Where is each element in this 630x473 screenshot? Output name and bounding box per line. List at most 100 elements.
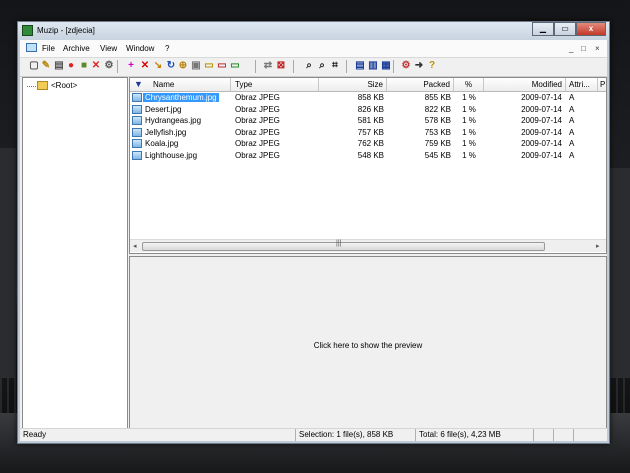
file-packed-cell: 753 KB (387, 127, 451, 139)
file-row[interactable]: Jellyfish.jpg Obraz JPEG 757 KB 753 KB 1 % 20… (130, 127, 606, 139)
file-type-cell: Obraz JPEG (235, 115, 319, 127)
title-bar[interactable]: Muzip - [zdjecia] ▁ ▭ x (18, 22, 609, 40)
minimize-button[interactable]: ▁ (532, 22, 554, 36)
file-row[interactable]: Chrysanthemum.jpg Obraz JPEG 858 KB 855 KB 1… (130, 92, 606, 104)
column-header-name-label: Name (153, 80, 175, 89)
menu-file[interactable]: File (42, 44, 55, 53)
scroll-left-icon[interactable]: ◂ (133, 242, 137, 250)
menu-window[interactable]: Window (126, 44, 154, 53)
file-size: 581 KB (357, 116, 384, 125)
file-size-cell: 826 KB (319, 104, 384, 116)
toolbar: ▢ ✎ ▤ ● ■ ✕ ⚙ + ✕ ↘ ↻ ⊕ ▣ ▭ ▭ ▭ ⇄ ⊠ ⌕ ⌕ ⌗ ▤ ▥ ▦ ⚙ ➜? (20, 58, 607, 77)
toolbar-separator (346, 60, 347, 73)
file-row[interactable]: Koala.jpg Obraz JPEG 762 KB 759 KB 1 % 2009-0… (130, 138, 606, 150)
folder-tree[interactable]: <Root> (22, 77, 128, 435)
file-name-cell: Jellyfish.jpg (145, 127, 231, 139)
column-header-row: ▼ Name Type Size Packed % Modified Attri… (130, 78, 606, 92)
scroll-right-icon[interactable]: ▸ (596, 242, 600, 250)
column-header-path[interactable]: P (598, 78, 606, 91)
invert-selection-icon[interactable]: ▭ (229, 60, 241, 72)
file-packed-cell: 822 KB (387, 104, 451, 116)
status-panel-1 (533, 429, 553, 441)
menu-help[interactable]: ? (165, 44, 169, 53)
menu-view[interactable]: View (100, 44, 117, 53)
tile-horizontal-icon[interactable]: ▥ (367, 60, 379, 72)
delete-files-icon[interactable]: ✕ (139, 60, 151, 72)
jpeg-file-icon (132, 127, 142, 137)
find-icon[interactable]: ⌕ (303, 60, 315, 72)
file-modified-cell: 2009-07-14 (484, 115, 562, 127)
exit-icon[interactable]: ➜ (413, 60, 425, 72)
new-folder-icon[interactable]: ⊕ (177, 60, 189, 72)
file-list[interactable]: ▼ Name Type Size Packed % Modified Attri… (129, 77, 607, 254)
status-text: Ready (23, 430, 47, 439)
view-files-icon[interactable]: ▣ (190, 60, 202, 72)
mdi-minimize-button[interactable]: _ (569, 44, 573, 53)
status-panel-3 (573, 429, 607, 441)
file-type-cell: Obraz JPEG (235, 92, 319, 104)
tree-root-node[interactable]: <Root> (51, 81, 77, 90)
file-name-cell: Hydrangeas.jpg (145, 115, 231, 127)
tile-vertical-icon[interactable]: ▦ (380, 60, 392, 72)
column-header-type[interactable]: Type (231, 78, 319, 91)
mdi-close-button[interactable]: × (595, 44, 600, 53)
column-header-attributes[interactable]: Attri... (566, 78, 598, 91)
column-header-size[interactable]: Size (319, 78, 387, 91)
select-icon[interactable]: ▭ (203, 60, 215, 72)
status-bar: Ready Selection: 1 file(s), 858 KB Total… (20, 428, 607, 441)
options-icon[interactable]: ⚙ (400, 60, 412, 72)
save-archive-icon[interactable]: ▤ (53, 60, 65, 72)
file-row[interactable]: Desert.jpg Obraz JPEG 826 KB 822 KB 1 % 2009-… (130, 104, 606, 116)
file-attr-cell: A (569, 92, 597, 104)
filter-icon[interactable]: ⌗ (329, 60, 341, 72)
file-modified: 2009-07-14 (521, 150, 562, 160)
file-modified-cell: 2009-07-14 (484, 150, 562, 162)
column-header-name[interactable]: ▼ Name (130, 78, 231, 91)
file-size-cell: 548 KB (319, 150, 384, 162)
preview-pane[interactable]: Click here to show the preview (129, 256, 607, 435)
file-modified: 2009-07-14 (521, 116, 562, 125)
scrollbar-grip: ||| (336, 240, 342, 247)
preview-prompt[interactable]: Click here to show the preview (130, 341, 606, 350)
horizontal-scrollbar[interactable]: ◂ ||| ▸ (130, 239, 606, 252)
file-size-cell: 858 KB (319, 92, 384, 104)
find-next-icon[interactable]: ⌕ (316, 60, 328, 72)
test-archive-icon[interactable]: ⇄ (262, 60, 274, 72)
file-row[interactable]: Hydrangeas.jpg Obraz JPEG 581 KB 578 KB 1 % 2… (130, 115, 606, 127)
status-total: Total: 6 file(s), 4,23 MB (415, 429, 533, 441)
toolbar-separator (117, 60, 118, 73)
folder-open-icon[interactable]: ■ (78, 60, 90, 72)
cancel-icon[interactable]: ⊠ (275, 60, 287, 72)
file-modified-cell: 2009-07-14 (484, 138, 562, 150)
file-pct-cell: 1 % (454, 150, 484, 162)
client-area: File Archive View Window ? _ □ × ▢ ✎ ▤ ● ■ ✕ ⚙… (20, 40, 607, 441)
file-attr: A (569, 93, 575, 102)
extract-files-icon[interactable]: ↘ (152, 60, 164, 72)
window-title: Muzip - [zdjecia] (37, 26, 95, 35)
cascade-windows-icon[interactable]: ▤ (354, 60, 366, 72)
column-header-modified[interactable]: Modified (484, 78, 566, 91)
delete-archive-icon[interactable]: ✕ (90, 60, 102, 72)
refresh-icon[interactable]: ↻ (165, 60, 177, 72)
open-archive-icon[interactable]: ✎ (40, 60, 52, 72)
file-attr-cell: A (569, 115, 597, 127)
menu-archive[interactable]: Archive (63, 44, 90, 53)
new-archive-icon[interactable]: ▢ (28, 60, 40, 72)
maximize-button[interactable]: ▭ (554, 22, 576, 36)
file-type: Obraz JPEG (235, 116, 280, 125)
file-pct-cell: 1 % (454, 115, 484, 127)
extract-icon[interactable]: ● (65, 60, 77, 72)
deselect-icon[interactable]: ▭ (216, 60, 228, 72)
file-name: Koala.jpg (145, 139, 179, 148)
column-header-packed[interactable]: Packed (387, 78, 454, 91)
file-row[interactable]: Lighthouse.jpg Obraz JPEG 548 KB 545 KB 1 % 2… (130, 150, 606, 162)
properties-icon[interactable]: ⚙ (103, 60, 115, 72)
help-icon[interactable]: ? (426, 60, 438, 72)
close-button[interactable]: x (576, 22, 606, 36)
column-header-percent[interactable]: % (454, 78, 484, 91)
document-window-icon[interactable] (26, 43, 37, 52)
mdi-restore-button[interactable]: □ (581, 44, 586, 53)
scrollbar-thumb[interactable]: ||| (142, 240, 545, 251)
file-pct: 1 % (462, 127, 476, 137)
add-files-icon[interactable]: + (125, 60, 137, 72)
